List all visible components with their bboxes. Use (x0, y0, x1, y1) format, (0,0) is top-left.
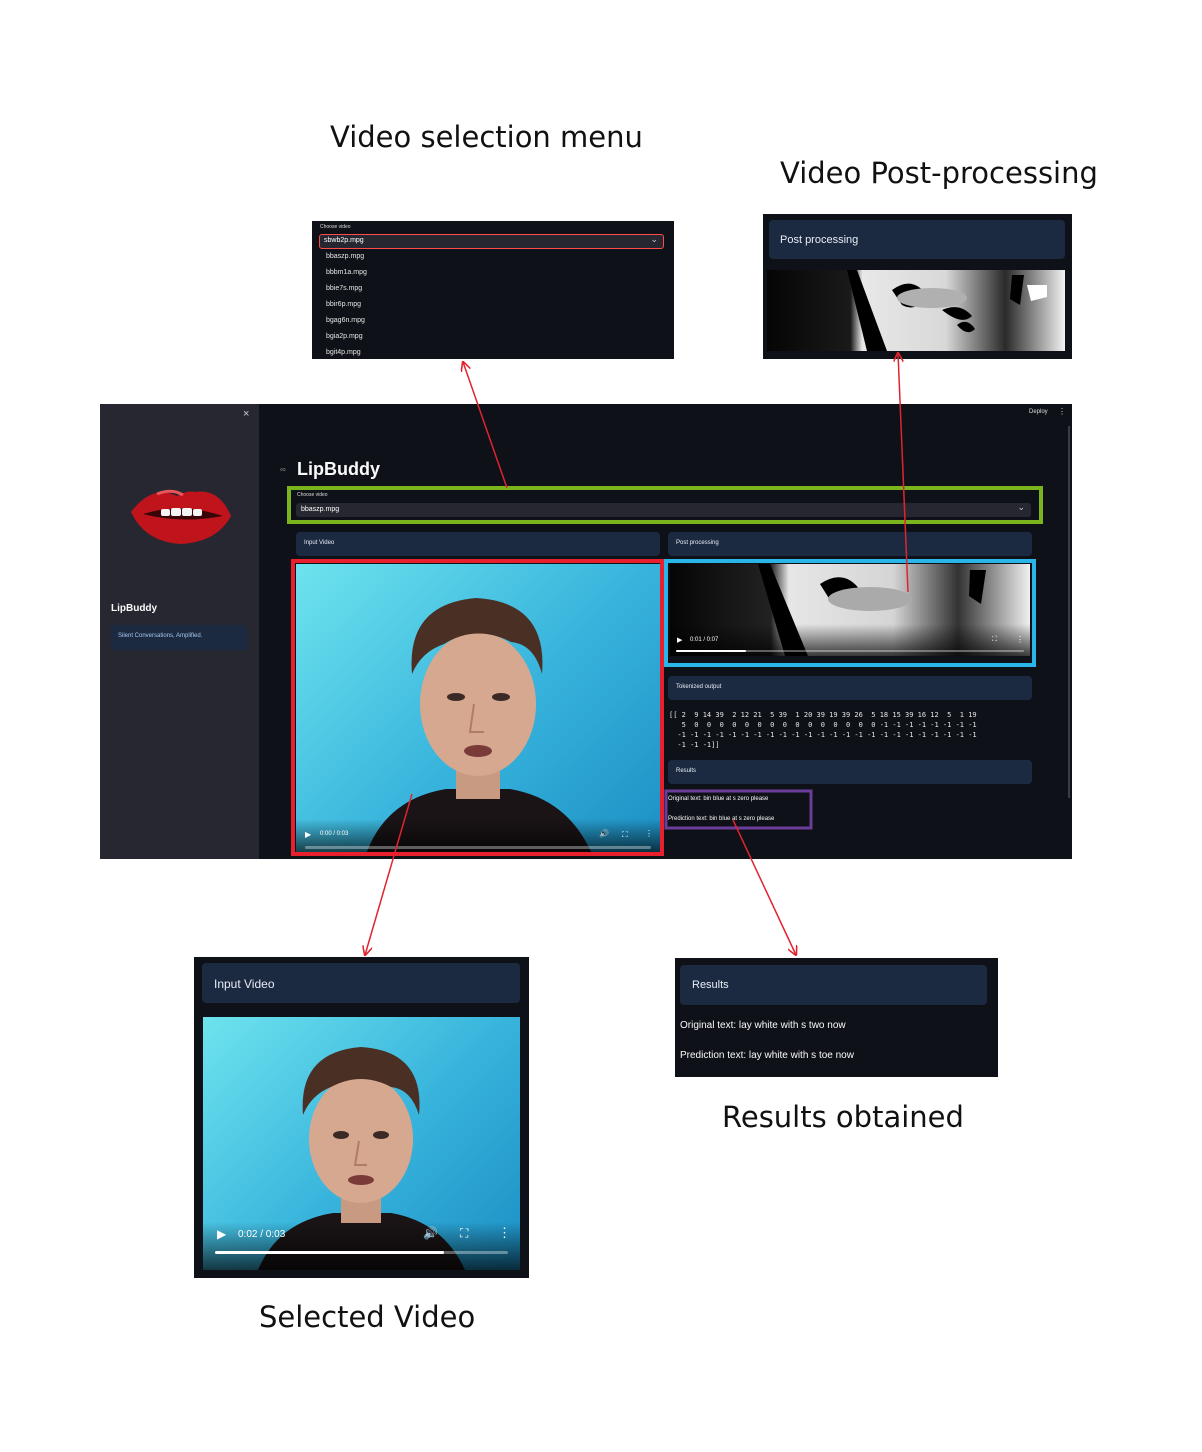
dropdown-option[interactable]: bgia2p.mpg (326, 333, 363, 340)
post-video-progress[interactable] (676, 650, 1024, 652)
post-processing-crop: Post processing (763, 214, 1072, 359)
volume-icon[interactable]: 🔊 (423, 1226, 438, 1240)
fullscreen-icon[interactable]: ⛶ (460, 1226, 468, 1241)
input-video-crop-header-label: Input Video (214, 977, 275, 991)
lips-icon (131, 489, 231, 544)
input-video-player[interactable]: ▶ 0:00 / 0:03 🔊 ⛶ ⋮ (296, 564, 660, 854)
link-icon[interactable]: ∞ (280, 465, 286, 474)
video-selection-menu-crop: Choose video sbwb2p.mpg ⌄ bbaszp.mpg bbbm… (312, 221, 674, 359)
scrollbar[interactable] (1068, 426, 1070, 798)
post-processing-header-label: Post processing (780, 234, 859, 246)
input-video-crop-progress[interactable] (215, 1251, 508, 1254)
caption-results-obtained: Results obtained (722, 1100, 964, 1134)
original-text: Original text: bin blue at s zero please (668, 796, 769, 802)
dropdown-option[interactable]: bbbm1a.mpg (326, 269, 367, 276)
tokenized-output-header: Tokenized output (668, 676, 1032, 700)
dropdown-option[interactable]: bgag6n.mpg (326, 317, 365, 324)
post-video-time: 0:01 / 0:07 (690, 637, 719, 643)
select-label: Choose video (297, 492, 328, 498)
post-processing-header: Post processing (769, 220, 1065, 259)
chevron-down-icon: ⌄ (1017, 502, 1025, 512)
chevron-down-icon: ⌄ (650, 234, 658, 244)
sidebar-close-icon[interactable]: × (243, 408, 249, 420)
play-icon[interactable]: ▶ (677, 636, 682, 644)
video-select-value: bbaszp.mpg (301, 506, 340, 513)
selected-video-crop: Input Video ▶ 0:02 / 0:03 🔊 ⛶ ⋮ (194, 957, 529, 1278)
speaker-face-image (366, 598, 592, 854)
more-options-icon[interactable]: ⋮ (498, 1225, 511, 1241)
results-header: Results (668, 760, 1032, 784)
token-line-1: [[ 2 9 14 39 2 12 21 5 39 1 20 39 19 39 … (669, 711, 977, 719)
page-title: LipBuddy (297, 459, 380, 479)
volume-icon[interactable]: 🔊 (599, 829, 609, 838)
sidebar-tagline: Silent Conversations, Amplified. (118, 633, 203, 639)
dropdown-option[interactable]: bbir6p.mpg (326, 301, 361, 308)
more-options-icon[interactable]: ⋮ (1016, 635, 1024, 644)
choose-video-label: Choose video (320, 224, 351, 230)
results-header-label: Results (676, 768, 697, 774)
play-icon[interactable]: ▶ (217, 1227, 226, 1241)
results-crop-header-label: Results (692, 979, 729, 991)
input-video-crop-time: 0:02 / 0:03 (238, 1229, 286, 1240)
lip-mask-image (767, 270, 1065, 351)
app-window: × LipBuddy Silent Conversations, Amplifi… (100, 404, 1072, 859)
select-value: sbwb2p.mpg (324, 237, 364, 244)
deploy-button[interactable]: Deploy (1029, 409, 1048, 415)
results-crop: Results Original text: lay white with s … (675, 958, 998, 1077)
dropdown-option[interactable]: bgit4p.mpg (326, 349, 361, 356)
input-video-time: 0:00 / 0:03 (320, 831, 349, 837)
results-crop-header: Results (680, 965, 987, 1005)
token-line-4: -1 -1 -1]] (669, 741, 720, 749)
input-video-header-label: Input Video (304, 540, 335, 546)
post-processed-frame (767, 270, 1065, 351)
play-icon[interactable]: ▶ (305, 830, 311, 839)
input-video-crop-header: Input Video (202, 963, 520, 1003)
prediction-text: Prediction text: bin blue at s zero plea… (668, 816, 775, 822)
choose-video-select[interactable]: sbwb2p.mpg ⌄ (319, 234, 664, 249)
dropdown-option[interactable]: bbaszp.mpg (326, 253, 364, 260)
sidebar-title: LipBuddy (111, 603, 158, 614)
dropdown-option[interactable]: bbie7s.mpg (326, 285, 362, 292)
lips-logo (127, 482, 235, 553)
post-video-player[interactable]: ▶ 0:01 / 0:07 ⛶ ⋮ (670, 564, 1030, 656)
token-line-2: 5 0 0 0 0 0 0 0 0 0 0 0 0 0 0 0 -1 -1 -1… (669, 721, 977, 729)
caption-video-selection-menu: Video selection menu (330, 120, 643, 154)
sidebar: × LipBuddy Silent Conversations, Amplifi… (100, 404, 259, 859)
results-crop-original: Original text: lay white with s two now (680, 1020, 846, 1031)
sidebar-tagline-box: Silent Conversations, Amplified. (111, 625, 247, 650)
results-crop-prediction: Prediction text: lay white with s toe no… (680, 1050, 854, 1061)
input-video-header: Input Video (296, 532, 660, 556)
fullscreen-icon[interactable]: ⛶ (622, 830, 628, 840)
token-line-3: -1 -1 -1 -1 -1 -1 -1 -1 -1 -1 -1 -1 -1 -… (669, 731, 977, 739)
caption-selected-video: Selected Video (259, 1300, 476, 1334)
tokenized-output-label: Tokenized output (676, 684, 722, 690)
post-processing-section-header: Post processing (668, 532, 1032, 556)
caption-video-post-processing: Video Post-processing (780, 156, 1098, 190)
input-video-progress[interactable] (305, 846, 651, 849)
fullscreen-icon[interactable]: ⛶ (992, 636, 997, 644)
input-video-crop-player[interactable]: ▶ 0:02 / 0:03 🔊 ⛶ ⋮ (203, 1017, 520, 1270)
more-options-icon[interactable]: ⋮ (645, 829, 653, 838)
video-select[interactable]: bbaszp.mpg ⌄ (296, 502, 1031, 517)
post-processing-section-label: Post processing (676, 540, 719, 546)
main-menu-icon[interactable]: ⋮ (1058, 407, 1066, 416)
